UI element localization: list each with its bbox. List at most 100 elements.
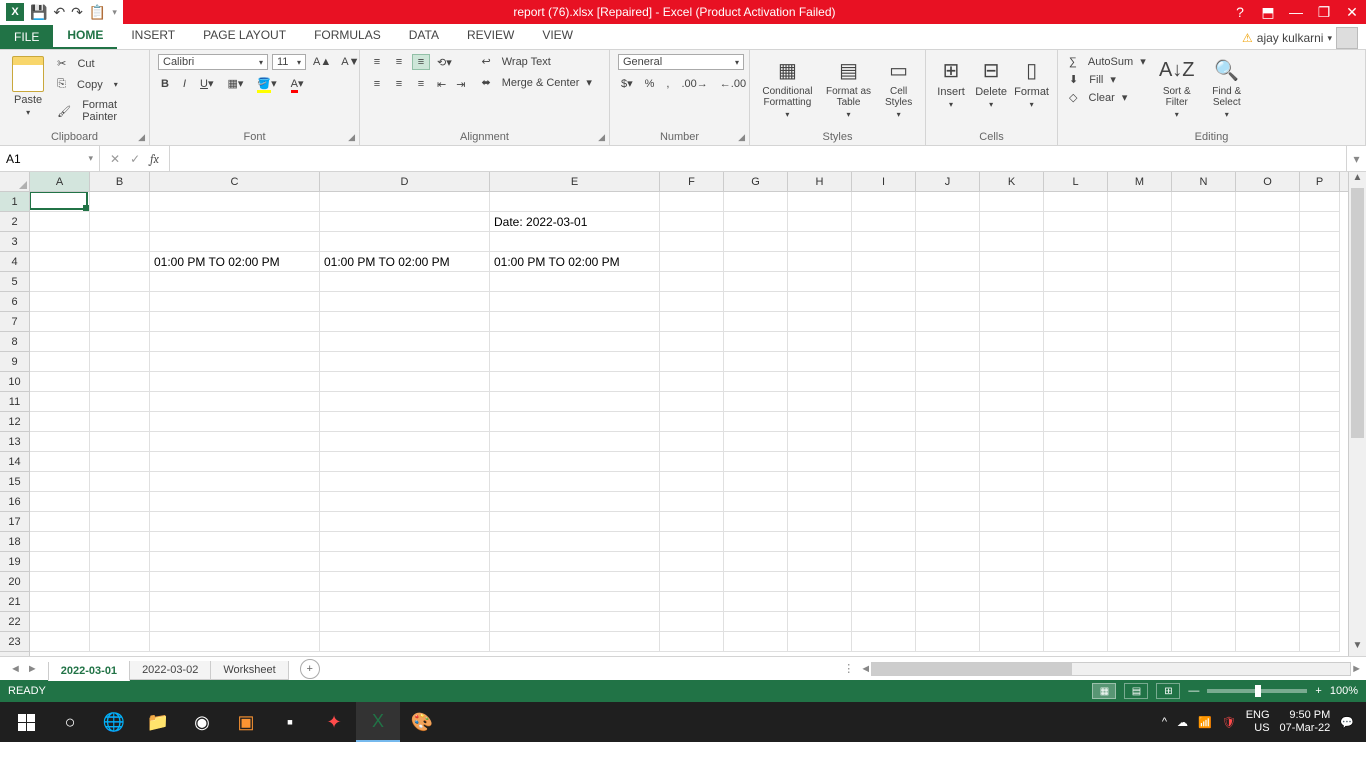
cell[interactable] [1172, 632, 1236, 652]
cell[interactable] [490, 572, 660, 592]
cell[interactable] [150, 532, 320, 552]
cell[interactable] [1108, 232, 1172, 252]
cell[interactable] [788, 472, 852, 492]
cell[interactable] [1044, 312, 1108, 332]
cell[interactable] [30, 232, 90, 252]
cell[interactable] [916, 532, 980, 552]
zoom-slider[interactable] [1207, 689, 1307, 693]
wrap-text-button[interactable]: ↩ Wrap Text [478, 54, 595, 69]
cell[interactable] [1172, 252, 1236, 272]
column-header[interactable]: H [788, 172, 852, 191]
column-header[interactable]: I [852, 172, 916, 191]
cell[interactable] [1044, 192, 1108, 212]
cell[interactable] [1172, 292, 1236, 312]
cell[interactable] [1300, 332, 1340, 352]
cell[interactable] [1044, 532, 1108, 552]
cell[interactable] [980, 552, 1044, 572]
cell[interactable] [1044, 492, 1108, 512]
cell[interactable] [660, 372, 724, 392]
cell[interactable] [788, 492, 852, 512]
cell[interactable] [1172, 272, 1236, 292]
column-header[interactable]: J [916, 172, 980, 191]
cell[interactable] [150, 292, 320, 312]
cell[interactable] [320, 312, 490, 332]
split-handle-icon[interactable]: ⋮ [843, 662, 854, 675]
cell[interactable] [90, 592, 150, 612]
cell[interactable] [90, 552, 150, 572]
cell[interactable] [1108, 392, 1172, 412]
cell[interactable] [1108, 192, 1172, 212]
border-button[interactable]: ▦▾ [225, 76, 247, 91]
cell[interactable] [724, 552, 788, 572]
page-break-view-button[interactable]: ⊞ [1156, 683, 1180, 699]
cell[interactable] [150, 592, 320, 612]
cell[interactable] [490, 432, 660, 452]
cell[interactable] [1044, 272, 1108, 292]
system-tray[interactable]: ^ ☁ 📶 🛡 ENGUS 9:50 PM07-Mar-22 💬 [1154, 709, 1362, 735]
cell[interactable] [1236, 492, 1300, 512]
italic-button[interactable]: I [180, 77, 189, 91]
cell[interactable] [852, 532, 916, 552]
dialog-launcher-icon[interactable]: ◢ [598, 132, 605, 143]
page-layout-view-button[interactable]: ▤ [1124, 683, 1148, 699]
cell[interactable] [30, 612, 90, 632]
taskbar-terminal[interactable]: ▪ [268, 702, 312, 742]
cell[interactable] [980, 192, 1044, 212]
cell[interactable] [980, 252, 1044, 272]
cell[interactable] [1172, 512, 1236, 532]
cell[interactable] [1108, 412, 1172, 432]
cell[interactable] [724, 612, 788, 632]
row-header[interactable]: 21 [0, 592, 29, 612]
cell[interactable] [980, 572, 1044, 592]
sheet-nav-first-icon[interactable]: ◄ [10, 663, 21, 675]
cell[interactable] [660, 412, 724, 432]
ribbon-display-icon[interactable]: ⬒ [1254, 4, 1282, 21]
align-center-button[interactable]: ≡ [390, 76, 408, 92]
cell[interactable] [660, 292, 724, 312]
cell[interactable] [980, 292, 1044, 312]
cell[interactable] [980, 312, 1044, 332]
cell[interactable] [788, 532, 852, 552]
row-header[interactable]: 20 [0, 572, 29, 592]
cell[interactable] [1172, 312, 1236, 332]
cell[interactable] [90, 632, 150, 652]
row-header[interactable]: 17 [0, 512, 29, 532]
cell[interactable] [1108, 332, 1172, 352]
bold-button[interactable]: B [158, 77, 172, 91]
align-middle-button[interactable]: ≡ [390, 54, 408, 70]
cell[interactable] [980, 332, 1044, 352]
start-button[interactable] [4, 702, 48, 742]
cell[interactable] [30, 572, 90, 592]
cell[interactable] [788, 612, 852, 632]
cell[interactable] [1108, 312, 1172, 332]
comma-format-button[interactable]: , [663, 77, 672, 91]
cell[interactable] [852, 512, 916, 532]
cell[interactable] [320, 272, 490, 292]
cell[interactable] [1236, 612, 1300, 632]
cell[interactable] [852, 212, 916, 232]
cell[interactable] [30, 452, 90, 472]
cell[interactable] [150, 212, 320, 232]
cell[interactable] [1108, 372, 1172, 392]
cell[interactable] [852, 432, 916, 452]
cell[interactable] [1172, 232, 1236, 252]
cell[interactable] [490, 392, 660, 412]
cell[interactable] [660, 192, 724, 212]
cell[interactable] [90, 492, 150, 512]
cell[interactable] [1172, 472, 1236, 492]
cell[interactable] [490, 312, 660, 332]
cell[interactable] [1300, 612, 1340, 632]
cell[interactable] [30, 512, 90, 532]
cell[interactable] [660, 572, 724, 592]
cell[interactable] [660, 632, 724, 652]
find-select-button[interactable]: 🔍Find & Select▾ [1205, 54, 1249, 119]
cell[interactable] [788, 212, 852, 232]
cell[interactable] [980, 532, 1044, 552]
tab-data[interactable]: DATA [395, 23, 453, 49]
cell[interactable] [320, 332, 490, 352]
cell[interactable] [980, 612, 1044, 632]
cell[interactable] [150, 272, 320, 292]
enter-formula-icon[interactable]: ✓ [130, 152, 140, 166]
cell[interactable] [1172, 372, 1236, 392]
select-all-button[interactable] [0, 172, 30, 192]
